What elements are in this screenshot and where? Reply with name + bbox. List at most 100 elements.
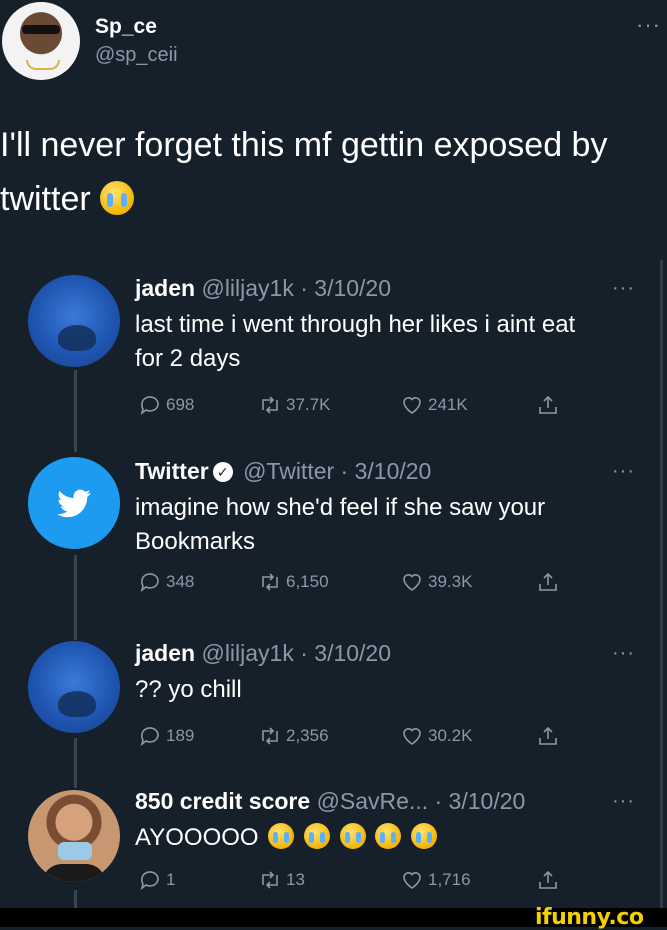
tweet-body-line: imagine how she'd feel if she saw your xyxy=(135,494,546,521)
tweet-body-line: last time i went through her likes i ain… xyxy=(135,311,576,338)
twitter-bird-icon xyxy=(57,489,91,518)
like-button[interactable]: 39.3K xyxy=(400,570,472,594)
tweet-body-line: ?? yo chill xyxy=(135,676,242,703)
reply-button[interactable]: 348 xyxy=(138,570,194,594)
retweet-icon xyxy=(262,871,278,889)
like-count: 30.2K xyxy=(428,726,473,745)
reply-button[interactable]: 698 xyxy=(138,393,194,417)
avatar-shirt-detail xyxy=(42,864,106,882)
retweet-button[interactable]: 13 xyxy=(258,868,305,892)
reply-icon xyxy=(140,727,159,746)
tweet-meta: jaden @liljay1k · 3/10/20 xyxy=(135,275,391,302)
tweet-body: AYOOOOO xyxy=(135,821,655,855)
tweet-body-text: AYOOOOO xyxy=(135,824,259,851)
loudly-crying-face-icon xyxy=(303,823,330,849)
more-options-icon[interactable]: ··· xyxy=(612,642,635,665)
author-handle-date[interactable]: @Twitter · 3/10/20 xyxy=(243,458,431,484)
quoted-thread-screenshot: jaden @liljay1k · 3/10/20 ··· last time … xyxy=(0,250,667,910)
thread-connector xyxy=(74,738,77,788)
sunglasses-detail xyxy=(22,25,60,34)
loudly-crying-face-icon xyxy=(268,823,295,849)
chain-detail xyxy=(26,60,60,70)
retweet-icon xyxy=(262,573,278,591)
like-button[interactable]: 241K xyxy=(400,393,468,417)
tweet-text-word: twitter xyxy=(0,180,91,218)
more-options-icon[interactable]: ··· xyxy=(636,12,661,38)
retweet-button[interactable]: 37.7K xyxy=(258,393,330,417)
original-tweet-header: Sp_ce @sp_ceii ··· xyxy=(0,0,667,90)
author-handle-date[interactable]: @liljay1k · 3/10/20 xyxy=(201,640,391,666)
avatar[interactable] xyxy=(28,641,120,733)
reply-button[interactable]: 189 xyxy=(138,724,194,748)
retweet-count: 13 xyxy=(286,870,305,889)
reply-count: 1 xyxy=(166,870,176,889)
heart-icon xyxy=(403,728,421,745)
avatar-mask-detail xyxy=(58,842,92,860)
like-button[interactable]: 30.2K xyxy=(400,724,472,748)
share-button[interactable] xyxy=(536,570,560,594)
more-options-icon[interactable]: ··· xyxy=(612,460,635,483)
verified-badge-icon: ✓ xyxy=(212,462,233,482)
share-button[interactable] xyxy=(536,724,560,748)
avatar[interactable] xyxy=(28,790,120,882)
author-handle-date[interactable]: @SavRe... · 3/10/20 xyxy=(317,788,526,814)
avatar[interactable] xyxy=(2,2,80,80)
author-name[interactable]: jaden xyxy=(135,640,195,666)
retweet-count: 6,150 xyxy=(286,572,329,591)
like-count: 241K xyxy=(428,395,468,414)
retweet-button[interactable]: 2,356 xyxy=(258,724,329,748)
share-button[interactable] xyxy=(536,868,560,892)
tweet-meta: Twitter ✓ @Twitter · 3/10/20 xyxy=(135,458,431,485)
reply-icon xyxy=(140,871,159,890)
tweet-body-line: AYOOOOO xyxy=(135,821,655,855)
retweet-count: 37.7K xyxy=(286,395,331,414)
tweet-text: I'll never forget this mf gettin exposed… xyxy=(0,118,667,226)
loudly-crying-face-icon xyxy=(100,181,135,215)
thread-connector xyxy=(74,555,77,640)
share-icon xyxy=(539,572,557,591)
heart-icon xyxy=(403,397,421,414)
tweet-body-line: Bookmarks xyxy=(135,528,256,555)
tweet-actions: 348 6,150 39.3K xyxy=(138,570,568,600)
reply-count: 189 xyxy=(166,726,195,745)
thread-connector xyxy=(74,370,77,452)
avatar[interactable] xyxy=(28,275,120,367)
tweet-body: ?? yo chill xyxy=(135,673,655,707)
retweet-count: 2,356 xyxy=(286,726,329,745)
author-handle-date[interactable]: @liljay1k · 3/10/20 xyxy=(201,275,391,301)
author-name[interactable]: Sp_ce xyxy=(95,15,157,39)
reply-icon xyxy=(140,396,159,415)
loudly-crying-face-icon xyxy=(410,823,437,849)
share-icon xyxy=(539,726,557,745)
share-icon xyxy=(539,870,557,889)
author-name[interactable]: jaden xyxy=(135,275,195,301)
reply-count: 698 xyxy=(166,395,195,414)
heart-icon xyxy=(403,574,421,591)
share-icon xyxy=(539,395,557,414)
more-options-icon[interactable]: ··· xyxy=(612,790,635,813)
avatar[interactable] xyxy=(28,457,120,549)
author-handle[interactable]: @sp_ceii xyxy=(95,44,178,67)
tweet-body: last time i went through her likes i ain… xyxy=(135,308,655,376)
loudly-crying-face-icon xyxy=(339,823,366,849)
ifunny-watermark: ifunny.co xyxy=(535,905,644,930)
loudly-crying-face-icon xyxy=(375,823,402,849)
reply-count: 348 xyxy=(166,572,195,591)
share-button[interactable] xyxy=(536,393,560,417)
tweet-meta: 850 credit score @SavRe... · 3/10/20 xyxy=(135,788,525,815)
retweet-icon xyxy=(262,727,278,745)
tweet-actions: 698 37.7K 241K xyxy=(138,393,568,423)
like-count: 39.3K xyxy=(428,572,473,591)
avatar-figure xyxy=(58,691,96,717)
tweet-actions: 189 2,356 30.2K xyxy=(138,724,568,754)
thread-connector xyxy=(74,890,77,910)
tweet-body-line: for 2 days xyxy=(135,345,241,372)
more-options-icon[interactable]: ··· xyxy=(612,277,635,300)
retweet-button[interactable]: 6,150 xyxy=(258,570,329,594)
author-name[interactable]: Twitter xyxy=(135,458,209,484)
reply-button[interactable]: 1 xyxy=(138,868,175,892)
like-button[interactable]: 1,716 xyxy=(400,868,471,892)
author-name[interactable]: 850 credit score xyxy=(135,788,310,814)
tweet-text-line-2: twitter xyxy=(0,172,667,226)
heart-icon xyxy=(403,872,421,889)
